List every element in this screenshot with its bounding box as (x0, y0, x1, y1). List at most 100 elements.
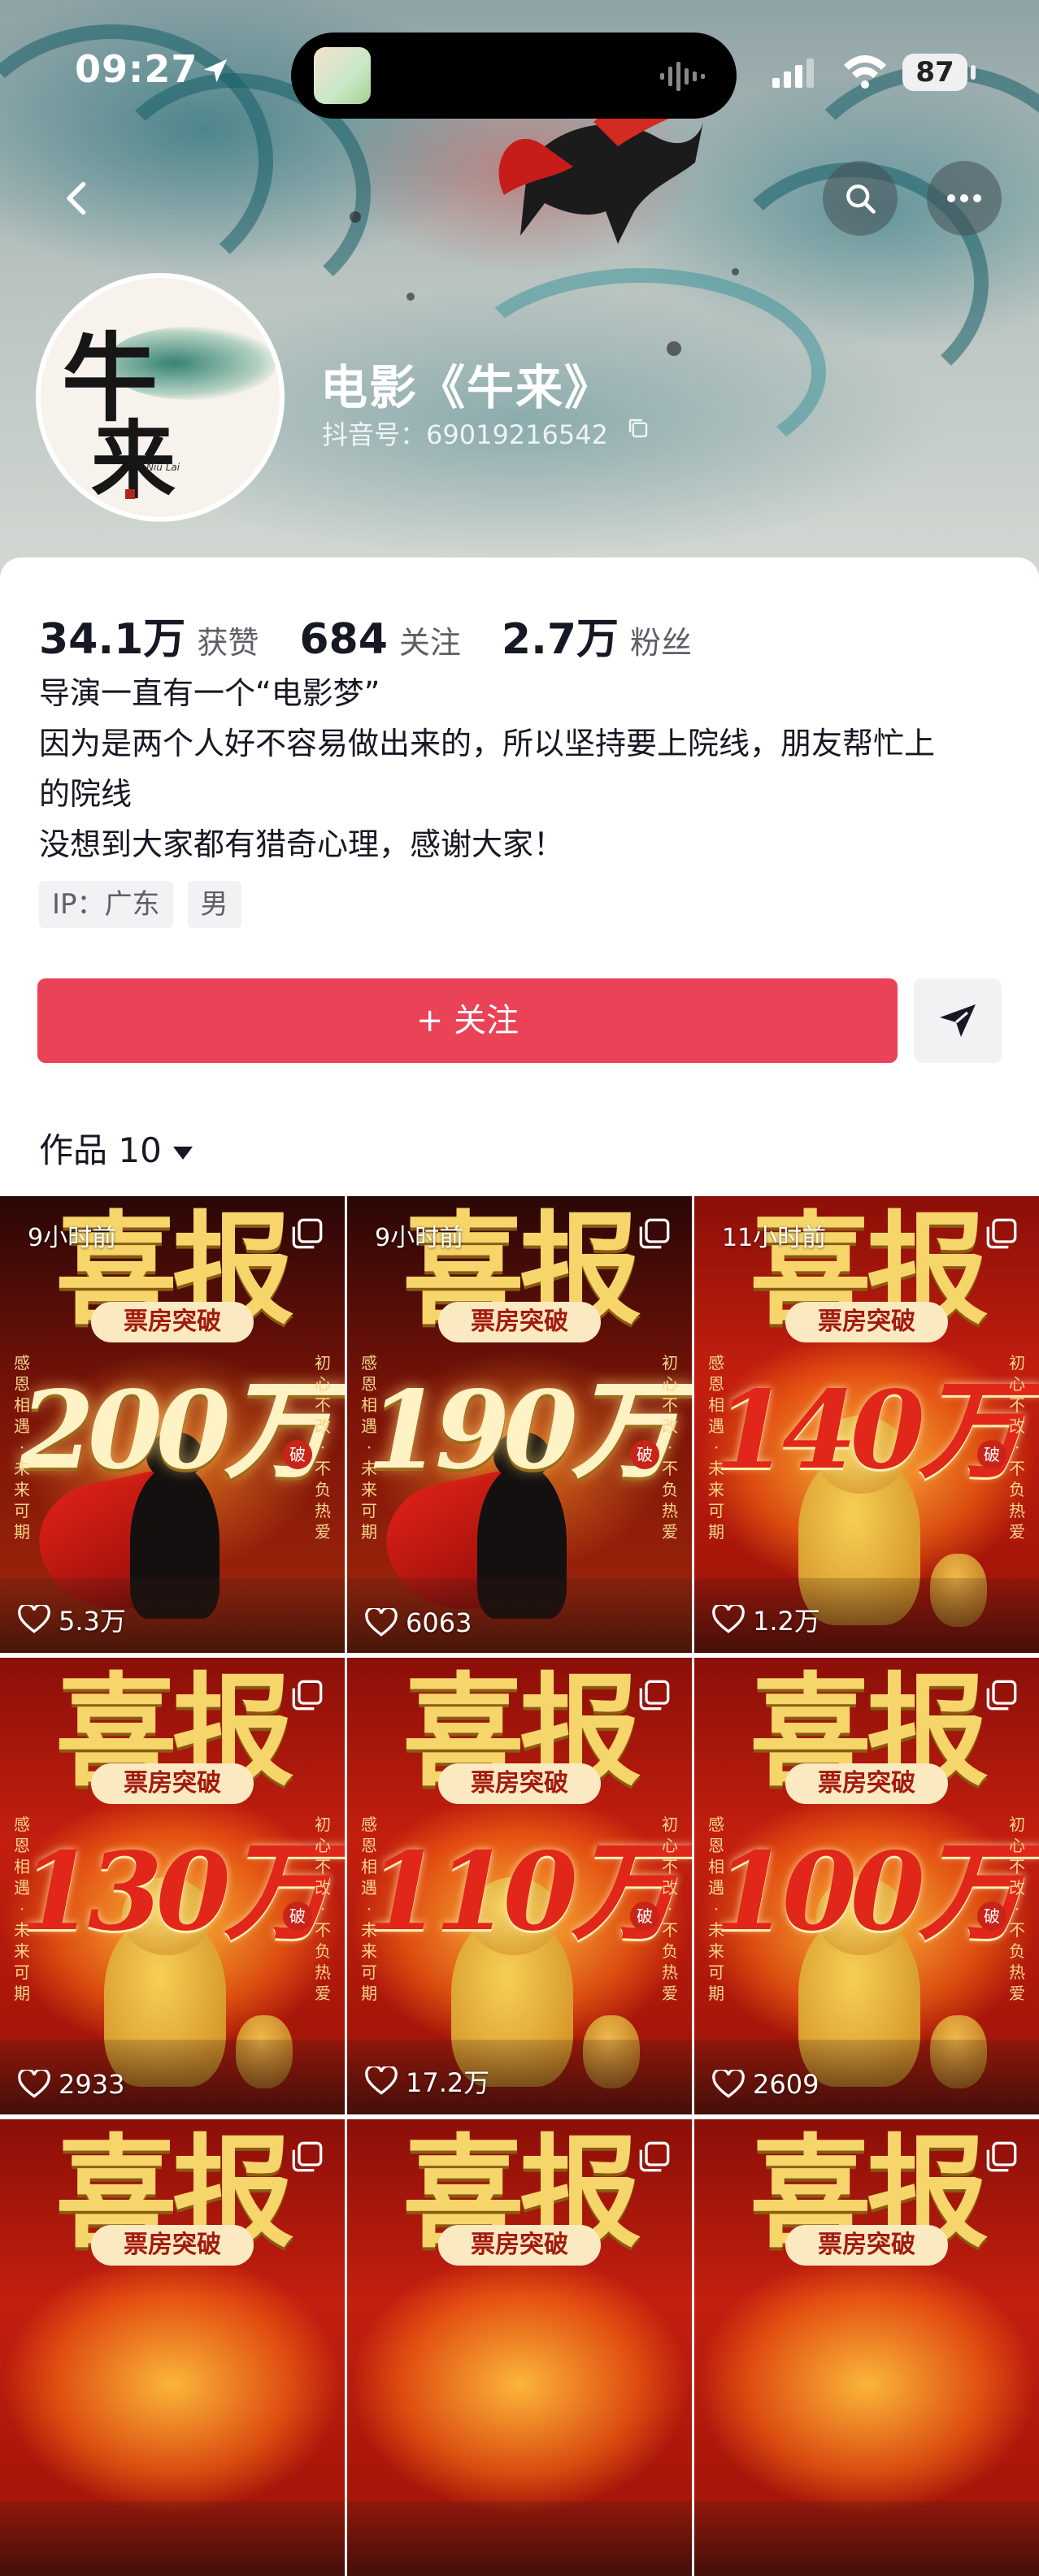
video-likes-count: 6063 (406, 1607, 472, 1638)
audio-wave-icon (660, 62, 705, 91)
poster-ground (347, 2501, 692, 2576)
bio-line: 因为是两个人好不容易做出来的，所以坚持要上院线，朋友帮忙上 (39, 726, 936, 761)
multi-image-icon (986, 1218, 1017, 1249)
avatar[interactable]: 牛 来 Niu Lai (36, 273, 285, 522)
ink-dot (667, 341, 681, 356)
copy-icon[interactable] (626, 416, 650, 440)
poster-stamp: 破 (283, 1902, 312, 1931)
poster-amount: 130万 (20, 1829, 332, 1955)
profile-stats: 34.1万 获赞 684 关注 2.7万 粉丝 (39, 605, 733, 664)
heart-icon (712, 1605, 745, 1633)
poster-right-slogan: 初心不改·不负热爱 (662, 1353, 678, 1542)
battery-cap (971, 65, 976, 80)
video-tile[interactable]: 喜报 票房突破 110万 感恩相遇·未来可期 初心不改·不负热爱破 17.2万 (347, 1658, 692, 2114)
status-time: 09:27 (75, 47, 198, 91)
video-tile[interactable]: 喜报 票房突破 (0, 2119, 345, 2576)
video-tile[interactable]: 喜报 票房突破 (347, 2119, 692, 2576)
search-button[interactable] (823, 161, 898, 236)
video-likes: 1.2万 (712, 1601, 820, 1638)
poster-left-slogan: 感恩相遇·未来可期 (708, 1815, 724, 2003)
video-likes: 17.2万 (365, 2062, 489, 2100)
share-button[interactable] (914, 978, 1002, 1063)
bio-line: 没想到大家都有猎奇心理，感谢大家！ (39, 826, 565, 862)
video-likes: 6063 (365, 1607, 472, 1638)
video-likes-count: 5.3万 (59, 1606, 126, 1637)
video-grid: 喜报 票房突破 200万 感恩相遇·未来可期 初心不改·不负热爱破 9小时前 5.3万 喜报票… (0, 1196, 1039, 2576)
following-count[interactable]: 684 (299, 615, 388, 664)
search-icon (846, 184, 876, 214)
ink-dot (732, 268, 739, 275)
poster-right-slogan: 初心不改·不负热爱 (662, 1815, 678, 2003)
back-icon[interactable] (57, 177, 99, 219)
ink-dot (406, 293, 415, 301)
douyin-id: 抖音号：69019216542 (322, 419, 608, 450)
poster-subtitle: 票房突破 (785, 2225, 948, 2266)
bio-line: 的院线 (39, 776, 133, 812)
multi-image-icon (292, 1680, 323, 1711)
video-tile[interactable]: 喜报 票房突破 130万 感恩相遇·未来可期 初心不改·不负热爱破 2933 (0, 1658, 345, 2114)
heart-icon (365, 1608, 398, 1637)
poster-amount: 100万 (714, 1829, 1026, 1955)
video-time: 11小时前 (722, 1224, 827, 1252)
multi-image-icon (639, 2141, 670, 2172)
more-button[interactable] (927, 161, 1002, 236)
video-likes-count: 2609 (753, 2069, 819, 2100)
poster-left-slogan: 感恩相遇·未来可期 (361, 1815, 377, 2003)
video-likes-count: 17.2万 (406, 2067, 490, 2098)
followers-label[interactable]: 粉丝 (630, 618, 692, 662)
heart-icon (712, 2070, 745, 2098)
gender-tag: 男 (187, 881, 241, 928)
avatar-seal (125, 488, 138, 501)
likes-label: 获赞 (197, 625, 259, 661)
video-tile[interactable]: 喜报 票房突破 100万 感恩相遇·未来可期 初心不改·不负热爱破 2609 (694, 1658, 1039, 2114)
signal-icon (772, 59, 814, 88)
dynamic-island[interactable] (291, 33, 737, 119)
poster-stamp: 破 (630, 1902, 659, 1931)
poster-subtitle: 票房突破 (91, 1763, 254, 1804)
following-label[interactable]: 关注 (399, 618, 461, 662)
multi-image-icon (986, 2141, 1017, 2172)
poster-subtitle: 票房突破 (785, 1302, 948, 1342)
works-tab[interactable]: 作品 10 (39, 1123, 193, 1173)
profile-tags: IP：广东 男 (39, 881, 241, 928)
poster-ground (694, 2501, 1039, 2576)
follow-button[interactable]: + 关注 (37, 978, 898, 1063)
video-likes: 2933 (18, 2069, 124, 2100)
video-time: 9小时前 (375, 1224, 464, 1252)
multi-image-icon (639, 1680, 670, 1711)
heart-icon (18, 1605, 50, 1633)
followers-count[interactable]: 2.7万 (502, 605, 619, 666)
share-icon (940, 1004, 976, 1037)
multi-image-icon (292, 1218, 323, 1249)
avatar-logo-subtitle: Niu Lai (146, 462, 180, 473)
poster-subtitle: 票房突破 (785, 1763, 948, 1804)
video-tile[interactable]: 喜报 票房突破 140万 感恩相遇·未来可期 初心不改·不负热爱破 11小时前 1.2万 (694, 1196, 1039, 1653)
poster-stamp: 破 (977, 1902, 1006, 1931)
video-tile[interactable]: 喜报 票房突破 (694, 2119, 1039, 2576)
video-likes: 2609 (712, 2069, 819, 2100)
poster-left-slogan: 感恩相遇·未来可期 (708, 1353, 724, 1542)
poster-amount: 110万 (367, 1829, 679, 1955)
poster-subtitle: 票房突破 (438, 2225, 601, 2266)
poster-right-slogan: 初心不改·不负热爱 (1009, 1815, 1025, 2003)
video-likes-count: 2933 (59, 2069, 125, 2100)
profile-name: 电影《牛来》 (320, 360, 614, 415)
multi-image-icon (292, 2141, 323, 2172)
video-tile[interactable]: 喜报 票房突破 190万 感恩相遇·未来可期 初心不改·不负热爱破 9小时前 6063 (347, 1196, 692, 1653)
poster-amount: 190万 (367, 1368, 679, 1494)
ip-location-tag: IP：广东 (39, 881, 173, 928)
poster-subtitle: 票房突破 (438, 1763, 601, 1804)
profile-bio: 导演一直有一个“电影梦” 因为是两个人好不容易做出来的，所以坚持要上院线，朋友帮… (39, 668, 1006, 870)
poster-left-slogan: 感恩相遇·未来可期 (361, 1353, 377, 1542)
likes-count: 34.1万 (39, 615, 186, 664)
poster-left-slogan: 感恩相遇·未来可期 (14, 1815, 30, 2003)
multi-image-icon (986, 1680, 1017, 1711)
poster-ground (0, 2501, 345, 2576)
poster-stamp: 破 (630, 1440, 659, 1469)
bio-line: 导演一直有一个“电影梦” (39, 675, 380, 711)
video-tile[interactable]: 喜报 票房突破 200万 感恩相遇·未来可期 初心不改·不负热爱破 9小时前 5.3万 (0, 1196, 345, 1653)
more-icon (947, 194, 981, 202)
ink-dot (350, 211, 361, 223)
poster-subtitle: 票房突破 (91, 2225, 254, 2266)
poster-left-slogan: 感恩相遇·未来可期 (14, 1353, 30, 1542)
